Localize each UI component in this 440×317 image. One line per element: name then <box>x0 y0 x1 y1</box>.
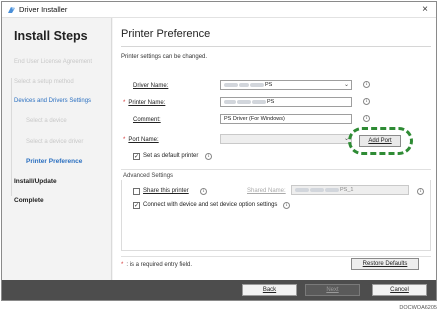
checkmark-icon: ✓ <box>134 203 140 209</box>
close-icon[interactable]: × <box>418 3 432 16</box>
default-printer-label: Set as default printer <box>143 153 199 159</box>
comment-label: Comment: <box>133 117 161 123</box>
page-description: Printer settings can be changed. <box>121 54 208 60</box>
step-select-device: Select a device <box>26 118 67 124</box>
driver-name-select[interactable]: PS ⌄ <box>220 80 352 90</box>
info-icon[interactable]: i <box>363 81 370 88</box>
dropdown-arrow-icon[interactable]: ⌄ <box>344 81 349 89</box>
step-printer-preference: Printer Preference <box>26 158 83 165</box>
document-code: DOCWOA6205 <box>399 305 437 311</box>
step-select-driver: Select a device driver <box>26 139 84 145</box>
shared-name-field[interactable]: PS_1 <box>291 185 409 195</box>
port-name-select[interactable]: ⌄ <box>220 134 352 144</box>
required-note: *: is a required entry field. <box>121 262 193 268</box>
info-icon[interactable]: i <box>283 202 290 209</box>
add-port-button[interactable]: Add Port <box>359 135 401 147</box>
comment-field[interactable]: PS Driver (For Windows) <box>220 114 352 124</box>
redacted-text <box>252 99 266 104</box>
advanced-divider <box>121 169 431 170</box>
info-icon[interactable]: i <box>200 188 207 195</box>
redacted-text <box>325 187 339 192</box>
title-bar: Driver Installer × <box>2 2 436 18</box>
redacted-text <box>237 99 251 104</box>
step-setup-method: Select a setup method <box>14 79 74 85</box>
restore-defaults-button[interactable]: Restore Defaults <box>351 258 419 270</box>
info-icon[interactable]: i <box>363 98 370 105</box>
port-name-label: * Port Name: <box>123 137 159 143</box>
footer-bar: Back Next Cancel <box>2 280 436 300</box>
bottom-divider <box>121 256 431 257</box>
driver-name-label: Driver Name: <box>133 83 169 89</box>
step-devices-drivers: Devices and Drivers Settings <box>14 98 92 104</box>
checkmark-icon: ✓ <box>134 154 140 160</box>
redacted-text <box>310 187 324 192</box>
install-steps-sidebar: Install Steps End User License Agreement… <box>2 18 112 280</box>
info-icon[interactable]: i <box>363 115 370 122</box>
step-connector-line <box>11 78 12 196</box>
back-button[interactable]: Back <box>242 284 297 296</box>
redacted-text <box>295 187 309 192</box>
info-icon[interactable]: i <box>205 153 212 160</box>
printer-name-field[interactable]: PS <box>220 97 352 107</box>
title-divider <box>121 46 431 47</box>
redacted-text <box>239 82 249 87</box>
next-button[interactable]: Next <box>305 284 360 296</box>
page-title: Printer Preference <box>121 28 211 40</box>
sidebar-title: Install Steps <box>14 29 88 43</box>
info-icon[interactable]: i <box>417 188 424 195</box>
driver-installer-window: Driver Installer × Install Steps End Use… <box>1 1 437 301</box>
connect-device-checkbox[interactable]: ✓ <box>133 202 140 209</box>
window-title: Driver Installer <box>19 5 68 14</box>
redacted-text <box>224 82 238 87</box>
share-printer-checkbox[interactable] <box>133 188 140 195</box>
printer-preference-panel: Printer Preference Printer settings can … <box>113 18 436 280</box>
connect-device-label: Connect with device and set device optio… <box>143 202 278 208</box>
redacted-text <box>250 82 264 87</box>
default-printer-checkbox[interactable]: ✓ <box>133 153 140 160</box>
printer-name-label: * Printer Name: <box>123 100 166 106</box>
step-eula: End User License Agreement <box>14 59 93 65</box>
cancel-button[interactable]: Cancel <box>372 284 427 296</box>
share-printer-label: Share this printer <box>143 188 189 194</box>
step-install-update: Install/Update <box>14 178 57 185</box>
step-complete: Complete <box>14 197 44 204</box>
app-icon <box>8 7 15 13</box>
shared-name-label: Shared Name: <box>247 188 286 194</box>
advanced-settings-title: Advanced Settings <box>123 173 174 179</box>
redacted-text <box>224 99 236 104</box>
